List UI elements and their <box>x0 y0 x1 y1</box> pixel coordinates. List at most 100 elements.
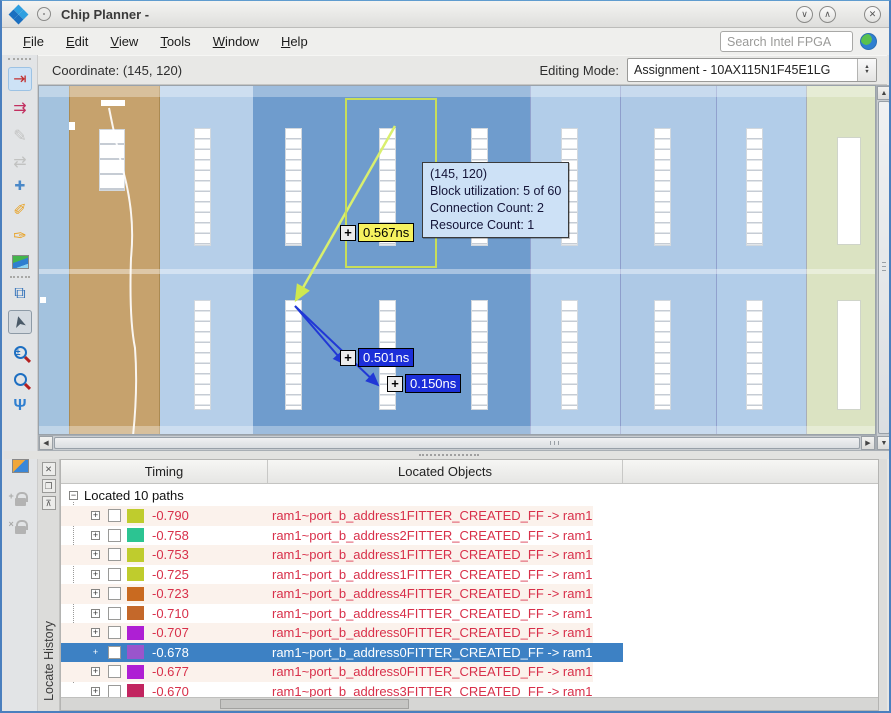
path-row[interactable]: +-0.790ram1~port_b_address1FITTER_CREATE… <box>61 506 593 526</box>
path-checkbox[interactable] <box>108 587 121 600</box>
expand-expander-icon[interactable]: + <box>91 531 100 540</box>
path-checkbox[interactable] <box>108 568 121 581</box>
scroll-right-button[interactable]: ▶ <box>861 436 875 450</box>
search-input[interactable] <box>720 31 853 52</box>
pan-tool-icon[interactable]: Ψ <box>8 394 32 418</box>
logic-block-stack[interactable] <box>746 128 763 246</box>
path-row[interactable]: +-0.677ram1~port_b_address0FITTER_CREATE… <box>61 662 593 682</box>
tree-root-row[interactable]: − Located 10 paths <box>61 486 184 505</box>
path-checkbox[interactable] <box>108 529 121 542</box>
vertical-scrollbar[interactable]: ▲ ▼ <box>876 85 891 451</box>
delay-label-0567[interactable]: + 0.567ns <box>340 223 414 242</box>
path-row[interactable]: +-0.710ram1~port_b_address4FITTER_CREATE… <box>61 604 593 624</box>
path-color-swatch <box>127 567 144 581</box>
menu-file[interactable]: File <box>14 31 53 52</box>
chip-canvas[interactable]: + 0.567ns + 0.501ns + 0.150ns (145, 120)… <box>38 85 876 435</box>
logic-block-stack[interactable] <box>285 300 302 410</box>
logic-block-stack[interactable] <box>654 300 671 410</box>
path-row[interactable]: +-0.758ram1~port_b_address2FITTER_CREATE… <box>61 526 593 546</box>
delay-label-0150[interactable]: + 0.150ns <box>387 374 461 393</box>
horizontal-scrollbar[interactable]: ◀ ▶ <box>38 435 876 451</box>
show-routing-icon[interactable]: ✑ <box>8 224 32 248</box>
layers-settings-icon[interactable] <box>8 250 32 274</box>
path-checkbox[interactable] <box>108 646 121 659</box>
column-header-timing[interactable]: Timing <box>61 460 268 483</box>
menu-tools[interactable]: Tools <box>151 31 199 52</box>
logic-block-stack[interactable] <box>285 128 302 246</box>
panel-splitter[interactable] <box>4 451 889 459</box>
collapse-expander-icon[interactable]: − <box>69 491 78 500</box>
minimize-button[interactable]: ∨ <box>796 6 813 23</box>
tree-scroll-thumb[interactable] <box>220 699 409 709</box>
logic-block-stack[interactable] <box>194 300 211 410</box>
panel-pin-button[interactable]: ⊼ <box>42 496 56 510</box>
expand-expander-icon[interactable]: + <box>91 628 100 637</box>
io-bank-block[interactable] <box>837 137 861 245</box>
vertical-scroll-thumb[interactable] <box>878 101 890 434</box>
logic-block-stack[interactable] <box>654 128 671 246</box>
io-bank-block[interactable] <box>837 300 861 410</box>
scroll-down-button[interactable]: ▼ <box>877 436 891 450</box>
title-bar[interactable]: Chip Planner - ∨ ∧ ✕ <box>2 1 889 28</box>
expand-expander-icon[interactable]: + <box>91 511 100 520</box>
menu-view[interactable]: View <box>101 31 147 52</box>
path-row[interactable]: +-0.723ram1~port_b_address4FITTER_CREATE… <box>61 584 593 604</box>
locate-node-icon[interactable]: ⇥ <box>8 67 32 91</box>
highlight-routing-icon[interactable]: ✐ <box>8 198 32 222</box>
horizontal-scroll-thumb[interactable] <box>54 437 860 449</box>
combo-spinner-icon[interactable]: ▲▼ <box>857 59 876 81</box>
zoom-tool-icon[interactable]: ± <box>8 340 32 364</box>
expand-plus-icon[interactable]: + <box>340 350 356 366</box>
locate-history-tab[interactable]: Locate History <box>38 609 60 711</box>
logic-block-stack[interactable] <box>194 128 211 246</box>
expand-expander-icon[interactable]: + <box>91 648 100 657</box>
logic-block-stack[interactable] <box>561 300 578 410</box>
path-checkbox[interactable] <box>108 665 121 678</box>
expand-expander-icon[interactable]: + <box>91 589 100 598</box>
intel-fpga-globe-icon[interactable] <box>860 33 877 50</box>
ram-block-stack[interactable] <box>99 129 125 191</box>
path-checkbox[interactable] <box>108 548 121 561</box>
expand-connections-icon[interactable]: ⇉ <box>8 96 32 120</box>
logic-block-stack[interactable] <box>471 300 488 410</box>
menu-edit[interactable]: Edit <box>57 31 97 52</box>
path-checkbox[interactable] <box>108 685 121 697</box>
expand-plus-icon[interactable]: + <box>340 225 356 241</box>
expand-expander-icon[interactable]: + <box>91 667 100 676</box>
panel-float-button[interactable]: ❐ <box>42 479 56 493</box>
fit-view-icon[interactable] <box>8 367 32 391</box>
expand-expander-icon[interactable]: + <box>91 570 100 579</box>
io-column-region[interactable] <box>39 86 69 434</box>
window-menu-icon[interactable] <box>37 7 51 21</box>
editing-mode-combobox[interactable]: Assignment - 10AX115N1F45E1LG ▲▼ <box>627 58 877 82</box>
close-button[interactable]: ✕ <box>864 6 881 23</box>
tree-horizontal-scrollbar[interactable] <box>61 697 878 710</box>
scroll-up-button[interactable]: ▲ <box>877 86 891 100</box>
path-checkbox[interactable] <box>108 607 121 620</box>
logic-block-stack[interactable] <box>746 300 763 410</box>
menu-help[interactable]: Help <box>272 31 317 52</box>
path-row[interactable]: +-0.725ram1~port_b_address1FITTER_CREATE… <box>61 565 593 585</box>
path-checkbox[interactable] <box>108 509 121 522</box>
scroll-left-button[interactable]: ◀ <box>39 436 53 450</box>
expand-expander-icon[interactable]: + <box>91 609 100 618</box>
path-row[interactable]: +-0.678ram1~port_b_address0FITTER_CREATE… <box>61 643 623 663</box>
path-checkbox[interactable] <box>108 626 121 639</box>
selection-tool-icon[interactable]: ➤ <box>8 310 32 334</box>
delay-label-0501[interactable]: + 0.501ns <box>340 348 414 367</box>
expand-plus-icon[interactable]: + <box>387 376 403 392</box>
column-header-located-objects[interactable]: Located Objects <box>268 460 623 483</box>
panel-close-button[interactable]: ✕ <box>42 462 56 476</box>
located-paths-tree: Timing Located Objects − Located 10 path… <box>60 459 879 711</box>
menu-window[interactable]: Window <box>204 31 268 52</box>
toolbar-drag-handle[interactable] <box>8 58 31 63</box>
path-row[interactable]: +-0.670ram1~port_b_address3FITTER_CREATE… <box>61 682 593 698</box>
maximize-button[interactable]: ∧ <box>819 6 836 23</box>
expand-expander-icon[interactable]: + <box>91 550 100 559</box>
path-row[interactable]: +-0.707ram1~port_b_address0FITTER_CREATE… <box>61 623 593 643</box>
remove-connection-icon: ⇄ <box>8 150 32 174</box>
cascade-windows-icon[interactable]: ⧉ <box>8 282 32 306</box>
expand-expander-icon[interactable]: + <box>91 687 100 696</box>
add-connection-icon[interactable]: ✚ <box>8 174 32 198</box>
path-row[interactable]: +-0.753ram1~port_b_address1FITTER_CREATE… <box>61 545 593 565</box>
